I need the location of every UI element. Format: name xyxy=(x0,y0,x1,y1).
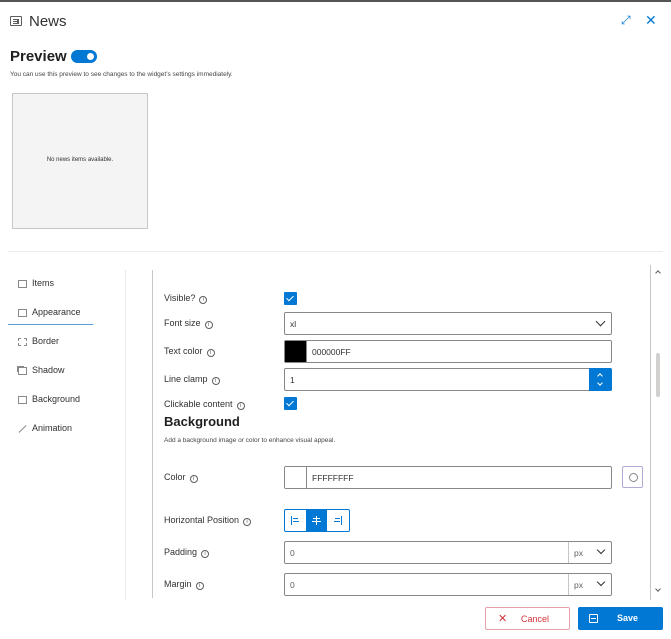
info-icon[interactable]: i xyxy=(204,321,213,329)
padding-label: Padding i xyxy=(164,547,210,558)
empty-message: No news items available. xyxy=(46,157,114,163)
info-icon[interactable]: i xyxy=(243,518,252,526)
news-icon xyxy=(10,16,22,26)
nav-item-appearance[interactable]: Appearance xyxy=(8,303,93,325)
border-icon xyxy=(18,338,27,346)
text-color-label: Text color i xyxy=(164,346,215,357)
close-icon[interactable]: ✕ xyxy=(645,13,657,27)
preview-description: You can use this preview to see changes … xyxy=(10,71,233,78)
background-section-title: Background xyxy=(164,414,240,429)
chevron-up-icon[interactable] xyxy=(597,373,603,379)
nav-item-label: Shadow xyxy=(32,365,65,375)
save-icon xyxy=(589,614,598,623)
dialog-title: News xyxy=(29,13,67,30)
visible-checkbox[interactable] xyxy=(284,292,297,305)
horizontal-position-group xyxy=(284,509,350,532)
preview-box: No news items available. xyxy=(12,93,148,229)
settings-content: Visible? i Font size i xl Text color i 0000… xyxy=(152,270,650,598)
cancel-button[interactable]: ✕ Cancel xyxy=(485,607,570,630)
padding-input[interactable]: 0 px xyxy=(284,541,612,564)
scroll-up-icon[interactable] xyxy=(655,270,661,276)
chevron-down-icon xyxy=(595,316,606,327)
nav-item-label: Appearance xyxy=(32,307,81,317)
nav-item-border[interactable]: Border xyxy=(8,332,93,354)
nav-item-items[interactable]: Items xyxy=(8,274,93,296)
line-clamp-spinner[interactable] xyxy=(589,368,612,391)
padding-unit-select[interactable]: px xyxy=(568,542,611,563)
visible-label: Visible? i xyxy=(164,293,208,304)
section-divider xyxy=(8,251,663,252)
info-icon[interactable]: i xyxy=(195,582,204,590)
align-right-button[interactable] xyxy=(327,510,348,531)
line-clamp-input[interactable]: 1 xyxy=(284,368,612,391)
clickable-content-checkbox[interactable] xyxy=(284,397,297,410)
nav-item-animation[interactable]: Animation xyxy=(8,419,93,441)
nav-item-label: Background xyxy=(32,394,81,404)
close-icon: ✕ xyxy=(498,613,508,625)
nav-item-label: Items xyxy=(32,278,55,288)
animation-icon xyxy=(18,425,27,433)
background-color-swatch[interactable] xyxy=(285,467,307,488)
preview-title: Preview xyxy=(10,48,67,65)
margin-label: Margin i xyxy=(164,579,204,590)
info-icon[interactable]: i xyxy=(236,402,245,410)
preview-toggle[interactable] xyxy=(71,50,97,63)
margin-unit-select[interactable]: px xyxy=(568,574,611,595)
font-size-select[interactable]: xl xyxy=(284,312,612,335)
info-icon[interactable]: i xyxy=(206,349,215,357)
nav-separator xyxy=(125,270,126,600)
color-picker-button[interactable] xyxy=(622,466,643,488)
clickable-content-label: Clickable content i xyxy=(164,399,245,410)
chevron-down-icon xyxy=(596,545,606,555)
scroll-thumb[interactable] xyxy=(656,353,660,397)
font-size-label: Font size i xyxy=(164,318,213,329)
margin-input[interactable]: 0 px xyxy=(284,573,612,596)
nav-item-background[interactable]: Background xyxy=(8,390,93,412)
background-description: Add a background image or color to enhan… xyxy=(164,437,336,444)
line-clamp-label: Line clamp i xyxy=(164,374,220,385)
chevron-down-icon xyxy=(596,577,606,587)
nav-item-label: Animation xyxy=(32,423,73,433)
save-button[interactable]: Save xyxy=(578,607,663,630)
expand-icon[interactable]: ⤢ xyxy=(621,14,633,26)
info-icon[interactable]: i xyxy=(211,377,220,385)
info-icon[interactable]: i xyxy=(189,475,198,483)
nav-item-shadow[interactable]: Shadow xyxy=(8,361,93,383)
text-color-field[interactable]: 000000FF xyxy=(284,340,612,363)
chevron-down-icon[interactable] xyxy=(597,380,603,386)
align-center-button[interactable] xyxy=(306,510,327,531)
background-color-field[interactable]: FFFFFFFF xyxy=(284,466,612,489)
info-icon[interactable]: i xyxy=(199,296,208,304)
horizontal-position-label: Horizontal Position i xyxy=(164,515,252,526)
items-icon xyxy=(18,280,27,288)
settings-nav: Items Appearance Border Shadow Backgroun… xyxy=(0,270,125,600)
dialog-header: News ⤢ ✕ xyxy=(0,2,671,40)
align-left-button[interactable] xyxy=(285,510,306,531)
align-left-icon xyxy=(291,516,299,525)
text-color-swatch[interactable] xyxy=(285,341,307,362)
align-center-icon xyxy=(312,516,321,525)
appearance-icon xyxy=(18,309,27,317)
content-scrollbar[interactable] xyxy=(650,265,664,600)
background-icon xyxy=(18,396,27,404)
color-label: Color i xyxy=(164,472,198,483)
nav-item-label: Border xyxy=(32,336,60,346)
scroll-down-icon[interactable] xyxy=(655,586,661,592)
info-icon[interactable]: i xyxy=(201,550,210,558)
shadow-icon xyxy=(18,367,27,375)
align-right-icon xyxy=(333,516,342,525)
